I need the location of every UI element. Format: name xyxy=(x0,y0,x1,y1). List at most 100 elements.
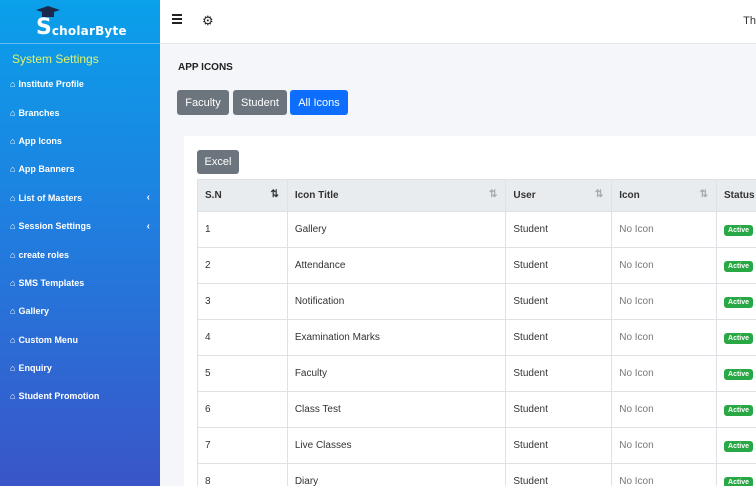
hamburger-menu-icon[interactable] xyxy=(172,14,182,24)
tab-student[interactable]: Student xyxy=(233,90,287,115)
chevron-left-icon[interactable]: ‹ xyxy=(147,192,150,203)
sidebar: S cholarByte System Settings ⌂ Institute … xyxy=(0,0,160,486)
home-icon: ⌂ xyxy=(10,79,16,90)
sidebar-item-label: Gallery xyxy=(18,306,49,317)
sidebar-item-session-settings[interactable]: ⌂ Session Settings ‹ xyxy=(0,212,160,240)
status-badge: Active xyxy=(724,440,754,452)
cell-icon: No Icon xyxy=(611,427,718,464)
status-badge: Active xyxy=(724,332,754,344)
logo-text: cholarByte xyxy=(51,23,127,38)
user-greeting[interactable]: Th xyxy=(743,15,756,27)
chevron-left-icon[interactable]: ‹ xyxy=(147,221,150,232)
column-header-status[interactable]: Status xyxy=(716,179,756,212)
sort-icon: ⇅ xyxy=(699,189,709,200)
cell-icon: No Icon xyxy=(611,247,718,284)
table-row[interactable]: 6 Class Test Student No Icon Active xyxy=(197,391,756,428)
column-header-sn[interactable]: S.N ⇅ xyxy=(197,179,288,212)
sidebar-item-label: Student Promotion xyxy=(18,391,100,402)
cell-sn: 7 xyxy=(197,427,288,464)
sidebar-item-sms-templates[interactable]: ⌂ SMS Templates xyxy=(0,269,160,297)
cell-icon: No Icon xyxy=(611,319,718,356)
cell-sn: 6 xyxy=(197,391,288,428)
status-badge: Active xyxy=(724,224,754,236)
page-title: APP ICONS xyxy=(178,62,233,73)
cell-user: Student xyxy=(505,427,613,464)
home-icon: ⌂ xyxy=(10,334,16,345)
sort-asc-icon: ⇅ xyxy=(270,189,279,200)
sidebar-item-enquiry[interactable]: ⌂ Enquiry xyxy=(0,354,160,382)
table-row[interactable]: 8 Diary Student No Icon Active xyxy=(197,463,756,486)
sidebar-item-student-promotion[interactable]: ⌂ Student Promotion xyxy=(0,382,160,410)
column-header-icon[interactable]: Icon ⇅ xyxy=(611,179,718,212)
status-badge: Active xyxy=(724,368,754,380)
sidebar-item-branches[interactable]: ⌂ Branches xyxy=(0,98,160,126)
brand-logo[interactable]: S cholarByte xyxy=(0,0,160,44)
table-row[interactable]: 5 Faculty Student No Icon Active xyxy=(197,355,756,392)
sidebar-item-list-of-masters[interactable]: ⌂ List of Masters ‹ xyxy=(0,184,160,212)
cell-icon-title: Diary xyxy=(286,463,507,486)
cell-icon-title: Live Classes xyxy=(286,427,507,464)
cell-user: Student xyxy=(505,391,613,428)
sidebar-section-title: System Settings xyxy=(12,52,99,66)
cell-status: Active xyxy=(716,391,756,428)
home-icon: ⌂ xyxy=(10,221,16,232)
status-badge: Active xyxy=(724,260,754,272)
home-icon: ⌂ xyxy=(10,363,16,374)
cell-user: Student xyxy=(505,211,613,248)
table-header-row: S.N ⇅ Icon Title ⇅ User ⇅ Icon ⇅ Status xyxy=(197,179,756,212)
cell-icon-title: Faculty xyxy=(286,355,507,392)
cell-sn: 1 xyxy=(197,211,288,248)
logo-letter: S xyxy=(36,15,52,40)
column-header-icon-title[interactable]: Icon Title ⇅ xyxy=(286,179,507,212)
table-row[interactable]: 3 Notification Student No Icon Active xyxy=(197,283,756,320)
cell-sn: 8 xyxy=(197,463,288,486)
sidebar-nav: ⌂ Institute Profile ⌂ Branches ⌂ App Icons ⌂ Ap… xyxy=(0,70,160,411)
cell-user: Student xyxy=(505,319,613,356)
sort-icon: ⇅ xyxy=(489,189,498,200)
sidebar-item-create-roles[interactable]: ⌂ create roles xyxy=(0,240,160,268)
table-row[interactable]: 4 Examination Marks Student No Icon Active xyxy=(197,319,756,356)
table-row[interactable]: 1 Gallery Student No Icon Active xyxy=(197,211,756,248)
home-icon: ⌂ xyxy=(10,107,16,118)
cell-sn: 2 xyxy=(197,247,288,284)
cell-status: Active xyxy=(716,463,756,486)
cell-user: Student xyxy=(505,283,613,320)
excel-export-button[interactable]: Excel xyxy=(197,150,239,174)
cell-icon-title: Notification xyxy=(286,283,507,320)
cell-sn: 3 xyxy=(197,283,288,320)
sidebar-item-label: Session Settings xyxy=(18,221,91,232)
sidebar-item-label: App Banners xyxy=(18,164,75,175)
cell-icon: No Icon xyxy=(611,355,718,392)
status-badge: Active xyxy=(724,296,754,308)
cell-sn: 4 xyxy=(197,319,288,356)
sidebar-item-label: SMS Templates xyxy=(18,277,85,288)
sidebar-item-label: List of Masters xyxy=(18,192,82,203)
table-row[interactable]: 2 Attendance Student No Icon Active xyxy=(197,247,756,284)
cell-icon: No Icon xyxy=(611,283,718,320)
sidebar-item-custom-menu[interactable]: ⌂ Custom Menu xyxy=(0,326,160,354)
cell-status: Active xyxy=(716,355,756,392)
gears-icon[interactable]: ⚙ xyxy=(202,13,214,29)
status-badge: Active xyxy=(724,476,754,486)
sidebar-item-label: create roles xyxy=(18,249,69,260)
sidebar-item-gallery[interactable]: ⌂ Gallery xyxy=(0,297,160,325)
sidebar-item-institute-profile[interactable]: ⌂ Institute Profile xyxy=(0,70,160,98)
sort-icon: ⇅ xyxy=(594,189,604,200)
home-icon: ⌂ xyxy=(10,135,16,146)
sidebar-item-label: Custom Menu xyxy=(18,334,78,345)
table-row[interactable]: 7 Live Classes Student No Icon Active xyxy=(197,427,756,464)
tab-all-icons[interactable]: All Icons xyxy=(290,90,348,115)
icons-table: S.N ⇅ Icon Title ⇅ User ⇅ Icon ⇅ Status 1 Gal… xyxy=(197,179,756,486)
topbar: ⚙ Th xyxy=(160,0,756,44)
column-header-user[interactable]: User ⇅ xyxy=(505,179,613,212)
graduation-cap-icon xyxy=(36,6,60,17)
cell-user: Student xyxy=(505,355,613,392)
home-icon: ⌂ xyxy=(10,164,16,175)
sidebar-item-app-icons[interactable]: ⌂ App Icons xyxy=(0,127,160,155)
status-badge: Active xyxy=(724,404,754,416)
tab-faculty[interactable]: Faculty xyxy=(177,90,229,115)
cell-status: Active xyxy=(716,319,756,356)
sidebar-item-app-banners[interactable]: ⌂ App Banners xyxy=(0,155,160,183)
cell-status: Active xyxy=(716,283,756,320)
cell-status: Active xyxy=(716,247,756,284)
